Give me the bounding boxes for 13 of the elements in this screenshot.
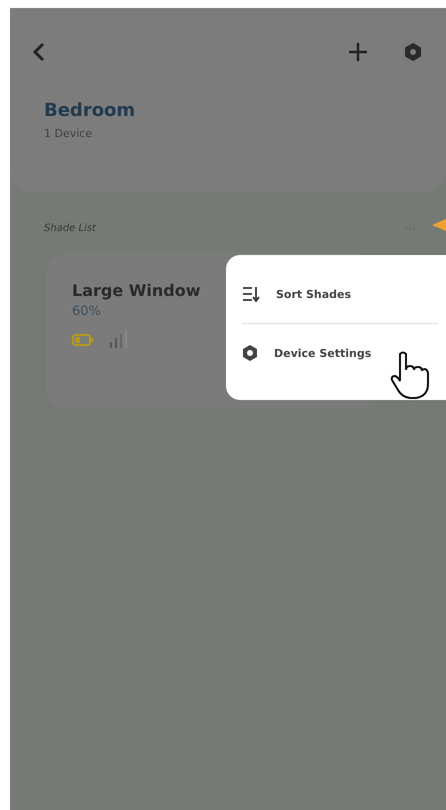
back-icon[interactable] xyxy=(32,42,46,62)
shade-position: 60% xyxy=(72,304,102,319)
section-title: Shade List xyxy=(44,222,96,234)
device-count: 1 Device xyxy=(44,127,94,140)
battery-icon xyxy=(72,334,94,346)
settings-icon xyxy=(242,344,258,362)
plus-icon[interactable] xyxy=(348,42,368,62)
pointer-arrow-icon xyxy=(432,218,446,232)
room-title: Bedroom xyxy=(44,100,136,121)
shade-name: Large Window xyxy=(72,281,201,300)
signal-icon xyxy=(108,331,128,349)
settings-icon[interactable] xyxy=(404,42,422,62)
sort-icon xyxy=(242,286,260,302)
